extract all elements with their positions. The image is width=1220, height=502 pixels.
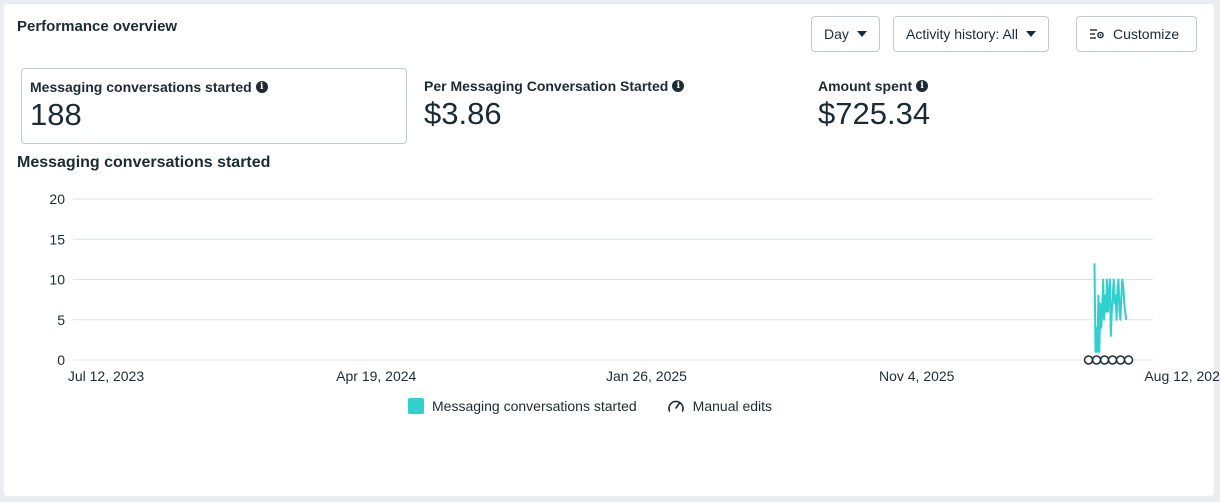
y-tick-label: 0 xyxy=(57,352,65,368)
manual-edit-marker xyxy=(1091,355,1102,365)
legend-item-series[interactable]: Messaging conversations started xyxy=(408,398,637,414)
manual-edit-marker xyxy=(1107,355,1118,365)
y-tick-label: 5 xyxy=(57,312,65,328)
x-tick-label: Nov 4, 2025 xyxy=(879,368,955,384)
series-swatch xyxy=(408,398,424,414)
y-tick-label: 20 xyxy=(49,191,65,207)
y-tick-label: 10 xyxy=(49,272,65,288)
line-chart: 0 5 10 15 20 Jul 12, 2023 Apr 19, 2024 Jan 26, … xyxy=(49,191,1220,384)
x-tick-label: Aug 12, 2026 xyxy=(1144,368,1220,384)
legend-manual-label: Manual edits xyxy=(692,398,773,414)
manual-edit-marker xyxy=(1123,355,1134,365)
y-tick-label: 15 xyxy=(49,231,65,247)
x-tick-label: Apr 19, 2024 xyxy=(336,368,416,384)
manual-edit-marker xyxy=(1083,355,1094,365)
x-tick-label: Jul 12, 2023 xyxy=(68,368,144,384)
legend-series-label: Messaging conversations started xyxy=(432,398,637,414)
manual-edit-marker xyxy=(1115,355,1126,365)
x-tick-label: Jan 26, 2025 xyxy=(606,368,687,384)
chart-legend: Messaging conversations started Manual e… xyxy=(408,398,772,414)
legend-item-manual-edits[interactable]: Manual edits xyxy=(667,398,772,414)
manual-edit-marker xyxy=(1099,355,1110,365)
gauge-icon xyxy=(667,400,684,412)
series-line xyxy=(1093,263,1128,353)
